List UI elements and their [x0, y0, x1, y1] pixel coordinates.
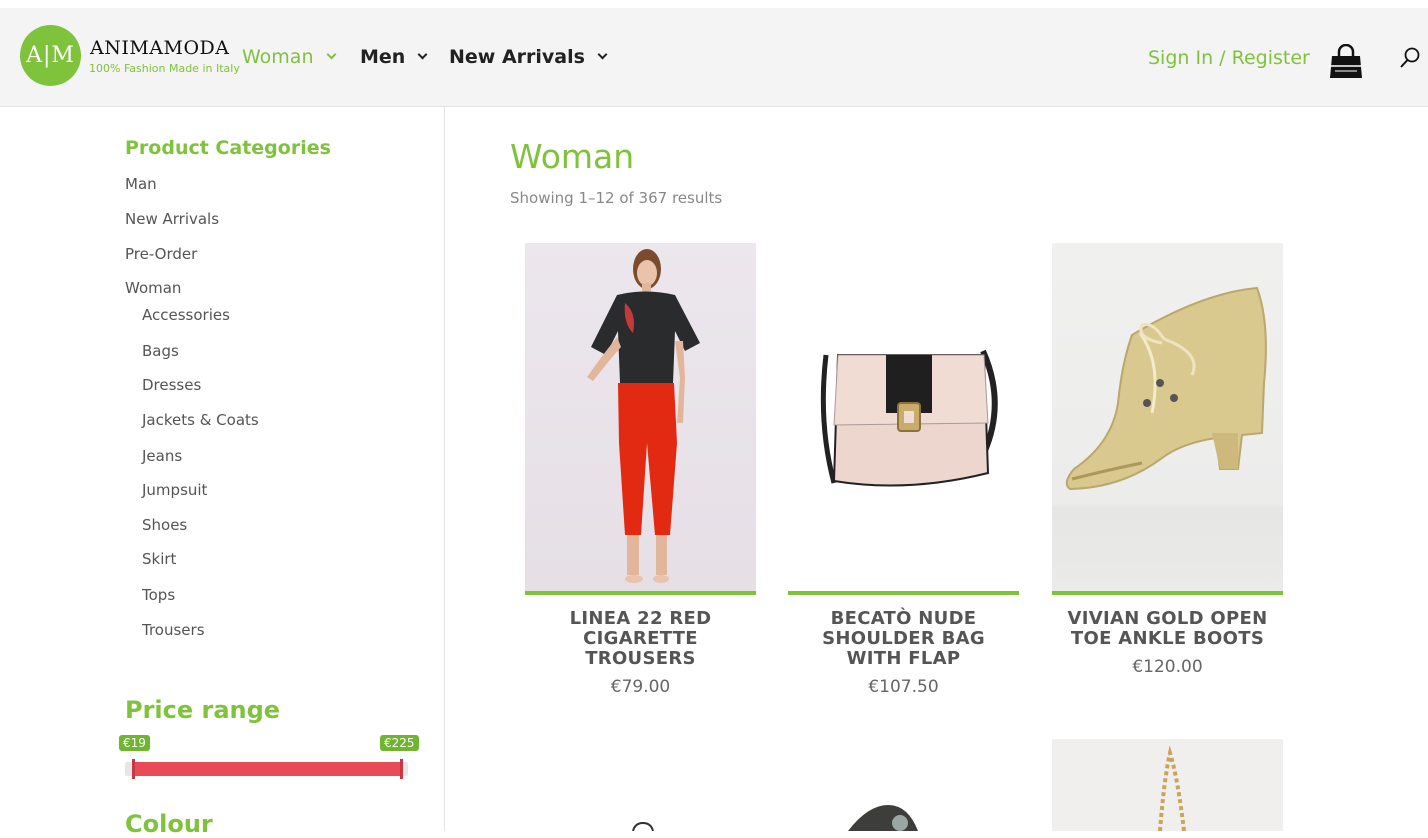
nav-label: New Arrivals [449, 46, 585, 68]
product-price: €120.00 [1132, 657, 1203, 677]
logo-monogram[interactable]: A|M [20, 25, 81, 86]
top-strip [0, 0, 1428, 8]
product-image[interactable] [788, 243, 1019, 591]
subcategory-trousers[interactable]: Trousers [142, 621, 205, 639]
price-slider-range [133, 762, 401, 776]
product-image-partial [1158, 745, 1186, 831]
product-card-partial[interactable] [1052, 739, 1283, 831]
price-slider-max-handle[interactable] [400, 759, 403, 779]
nav-item-new-arrivals[interactable]: New Arrivals [449, 46, 608, 68]
nav-item-woman[interactable]: Woman [242, 46, 336, 68]
product-price: €79.00 [610, 677, 671, 697]
logo-tagline: 100% Fashion Made in Italy [89, 62, 240, 75]
product-listing: Woman Showing 1–12 of 367 results LINEA … [446, 107, 1428, 831]
subcategory-bags[interactable]: Bags [142, 342, 179, 360]
subcategory-tops[interactable]: Tops [142, 586, 175, 604]
category-pre-order[interactable]: Pre-Order [125, 245, 197, 263]
product-name[interactable]: VIVIAN GOLD OPEN TOE ANKLE BOOTS [1052, 609, 1283, 649]
sign-in-register-link[interactable]: Sign In / Register [1148, 47, 1310, 69]
colour-title: Colour [125, 810, 213, 838]
site-header: A|M ANIMAMODA 100% Fashion Made in Italy… [0, 8, 1428, 107]
product-categories-title: Product Categories [125, 137, 331, 159]
logo-name[interactable]: ANIMAMODA [90, 37, 230, 59]
chevron-down-icon [326, 49, 336, 60]
product-card-partial[interactable] [525, 805, 756, 831]
product-accent-bar [1052, 591, 1283, 595]
product-image-partial [632, 821, 654, 831]
product-price: €107.50 [868, 677, 939, 697]
product-card[interactable]: BECATÒ NUDE SHOULDER BAG WITH FLAP €107.… [788, 243, 1019, 697]
model-photo [587, 249, 700, 583]
category-man[interactable]: Man [125, 175, 157, 193]
category-new-arrivals[interactable]: New Arrivals [125, 210, 219, 228]
ankle-boot-photo [1065, 286, 1267, 491]
search-icon[interactable] [1398, 46, 1422, 70]
chevron-down-icon [417, 49, 428, 60]
product-card-partial[interactable] [788, 797, 1019, 831]
shoulder-bag-photo [820, 349, 998, 487]
product-card[interactable]: VIVIAN GOLD OPEN TOE ANKLE BOOTS €120.00 [1052, 243, 1283, 677]
results-count: Showing 1–12 of 367 results [510, 189, 723, 207]
chevron-down-icon [597, 49, 608, 60]
nav-label: Woman [242, 46, 314, 68]
product-image[interactable] [1052, 243, 1283, 591]
nav-label: Men [360, 46, 406, 68]
filter-sidebar: Product Categories Man New Arrivals Pre-… [0, 107, 445, 838]
subcategory-shoes[interactable]: Shoes [142, 516, 187, 534]
price-slider-min-handle[interactable] [132, 759, 135, 779]
product-image[interactable] [525, 243, 756, 591]
product-image-partial [848, 805, 918, 831]
product-card[interactable]: LINEA 22 RED CIGARETTE TROUSERS €79.00 [525, 243, 756, 697]
product-name[interactable]: BECATÒ NUDE SHOULDER BAG WITH FLAP [788, 609, 1019, 669]
price-min-tooltip: €19 [119, 735, 150, 751]
price-max-tooltip: €225 [380, 735, 419, 751]
nav-item-men[interactable]: Men [360, 46, 428, 68]
subcategory-jackets-coats[interactable]: Jackets & Coats [142, 411, 259, 429]
price-range-title: Price range [125, 696, 281, 724]
subcategory-accessories[interactable]: Accessories [142, 306, 230, 324]
product-name[interactable]: LINEA 22 RED CIGARETTE TROUSERS [525, 609, 756, 669]
subcategory-jeans[interactable]: Jeans [142, 447, 182, 465]
page-title: Woman [510, 137, 635, 176]
subcategory-jumpsuit[interactable]: Jumpsuit [142, 481, 207, 499]
subcategory-dresses[interactable]: Dresses [142, 376, 201, 394]
product-accent-bar [788, 591, 1019, 595]
product-accent-bar [525, 591, 756, 595]
category-woman[interactable]: Woman [125, 279, 181, 297]
shopping-bag-icon[interactable] [1329, 44, 1363, 80]
subcategory-skirt[interactable]: Skirt [142, 550, 176, 568]
